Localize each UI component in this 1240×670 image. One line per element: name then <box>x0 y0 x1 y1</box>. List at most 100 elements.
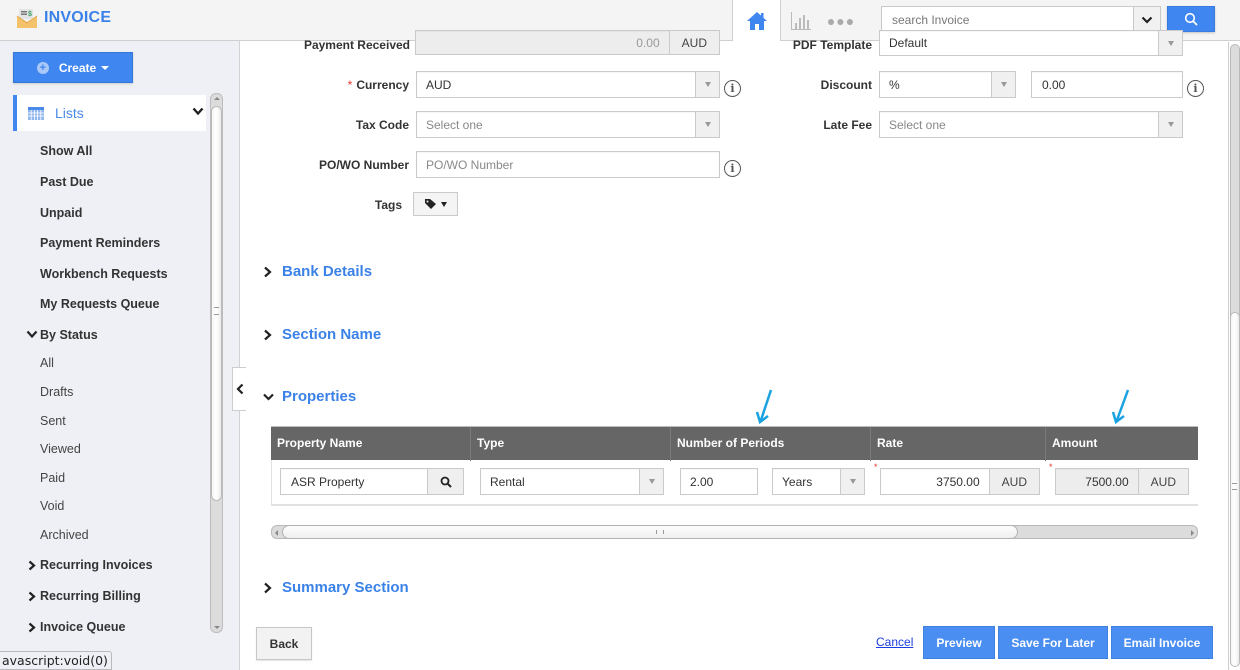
rate-value: 3750.00 <box>936 474 980 489</box>
scroll-up-arrow-icon[interactable] <box>214 97 220 100</box>
sidebar-group-invoice-queue[interactable]: Invoice Queue <box>28 620 126 634</box>
search-dropdown-button[interactable] <box>1133 7 1160 32</box>
status-bar-url: avascript:void(0) <box>0 651 112 670</box>
amount-currency: AUD <box>1137 469 1188 494</box>
dropdown-arrow-icon <box>991 72 1015 97</box>
bar-chart-icon <box>791 11 811 30</box>
chevron-right-icon <box>264 329 272 340</box>
sidebar-item-payment-reminders[interactable]: Payment Reminders <box>40 236 160 250</box>
sidebar-scrollbar[interactable] <box>210 93 223 633</box>
tag-icon <box>425 199 436 209</box>
lists-label: Lists <box>55 105 84 121</box>
sidebar-status-all[interactable]: All <box>40 356 54 370</box>
sidebar: + Create Lists Show All Past Due Unpaid … <box>0 41 240 670</box>
cancel-link[interactable]: Cancel <box>876 635 913 649</box>
periods-input[interactable]: 2.00 <box>680 468 758 495</box>
late-fee-select[interactable]: Select one <box>879 111 1183 138</box>
period-unit-value: Years <box>782 474 813 489</box>
sidebar-item-my-requests-queue[interactable]: My Requests Queue <box>40 297 159 311</box>
main-scroll-thumb[interactable] <box>1230 312 1240 667</box>
po-wo-number-input[interactable]: PO/WO Number <box>416 151 720 178</box>
sidebar-status-archived[interactable]: Archived <box>40 528 89 542</box>
currency-select[interactable]: AUD <box>416 71 720 98</box>
sidebar-group-recurring-invoices[interactable]: Recurring Invoices <box>28 558 153 572</box>
type-select[interactable]: Rental <box>480 468 664 495</box>
tax-code-select[interactable]: Select one <box>416 111 720 138</box>
sidebar-status-paid[interactable]: Paid <box>40 471 65 485</box>
collapse-sidebar-button[interactable] <box>232 367 246 411</box>
search-icon <box>440 476 452 488</box>
discount-type-select[interactable]: % <box>879 71 1016 98</box>
sidebar-status-sent[interactable]: Sent <box>40 414 66 428</box>
back-button[interactable]: Back <box>256 627 312 660</box>
app-brand[interactable]: $ INVOICE <box>16 7 111 29</box>
preview-button[interactable]: Preview <box>923 626 995 659</box>
sidebar-item-show-all[interactable]: Show All <box>40 144 92 158</box>
sidebar-item-past-due[interactable]: Past Due <box>40 175 94 189</box>
section-title: Summary Section <box>282 579 409 596</box>
main-scrollbar[interactable] <box>1228 42 1240 670</box>
more-dots-icon[interactable]: ●●● <box>821 0 861 41</box>
chevron-left-icon <box>235 383 243 395</box>
create-button[interactable]: + Create <box>13 52 133 83</box>
scroll-left-arrow-icon[interactable] <box>275 530 278 536</box>
type-value: Rental <box>490 474 525 489</box>
discount-value: 0.00 <box>1042 77 1066 92</box>
info-icon[interactable]: i <box>724 160 741 177</box>
plus-circle-icon: + <box>36 61 49 74</box>
section-summary[interactable]: Summary Section <box>262 579 409 596</box>
discount-value-input[interactable]: 0.00 <box>1031 71 1183 98</box>
sidebar-group-by-status[interactable]: By Status <box>26 328 98 342</box>
dropdown-arrow-icon <box>695 72 719 97</box>
sidebar-item-unpaid[interactable]: Unpaid <box>40 206 82 220</box>
section-properties[interactable]: Properties <box>262 388 356 405</box>
period-unit-select[interactable]: Years <box>772 468 865 495</box>
scroll-down-arrow-icon[interactable] <box>214 626 220 629</box>
pdf-template-value: Default <box>889 36 928 50</box>
discount-type-value: % <box>889 77 900 92</box>
section-section-name[interactable]: Section Name <box>262 326 381 343</box>
table-horizontal-scrollbar[interactable] <box>271 525 1198 539</box>
info-icon[interactable]: i <box>1187 80 1204 97</box>
lists-header[interactable]: Lists <box>13 95 206 131</box>
payment-received-currency: AUD <box>668 31 719 54</box>
info-icon[interactable]: i <box>724 80 741 97</box>
email-invoice-button[interactable]: Email Invoice <box>1111 626 1213 659</box>
chevron-down-icon <box>192 107 204 116</box>
property-lookup-button[interactable] <box>427 469 463 494</box>
section-bank-details[interactable]: Bank Details <box>262 263 372 280</box>
table-row: ASR Property Rental 2.00 Years * 3750.00… <box>271 460 1198 506</box>
save-for-later-button[interactable]: Save For Later <box>998 626 1108 659</box>
tags-dropdown-button[interactable] <box>413 192 458 216</box>
search-button[interactable] <box>1167 6 1215 32</box>
required-marker: * <box>1049 462 1053 472</box>
tax-code-placeholder: Select one <box>426 117 483 132</box>
column-header-property-name: Property Name <box>271 427 471 461</box>
amount-field: 7500.00 AUD <box>1055 468 1189 495</box>
property-name-lookup[interactable]: ASR Property <box>280 468 464 495</box>
table-scroll-thumb[interactable] <box>282 525 1018 539</box>
sidebar-status-viewed[interactable]: Viewed <box>40 442 81 456</box>
rate-input[interactable]: 3750.00 AUD <box>880 468 1040 495</box>
payment-received-field: 0.00 AUD <box>415 30 720 55</box>
sidebar-group-recurring-billing[interactable]: Recurring Billing <box>28 589 141 603</box>
tags-label: Tags <box>374 198 402 212</box>
recurring-invoices-label: Recurring Invoices <box>40 558 153 572</box>
search-input[interactable] <box>882 7 1133 32</box>
sidebar-status-drafts[interactable]: Drafts <box>40 385 73 399</box>
dropdown-arrow-icon <box>1158 112 1182 137</box>
dropdown-arrow-icon <box>695 112 719 137</box>
property-name-value: ASR Property <box>291 474 365 489</box>
sidebar-status-void[interactable]: Void <box>40 499 64 513</box>
payment-received-value: 0.00 <box>636 35 660 50</box>
sidebar-item-workbench-requests[interactable]: Workbench Requests <box>40 267 168 281</box>
invoice-queue-label: Invoice Queue <box>40 620 126 634</box>
pdf-template-select[interactable]: Default <box>879 30 1183 56</box>
reports-tab[interactable] <box>781 0 821 41</box>
sidebar-scroll-thumb[interactable] <box>211 106 222 501</box>
home-tab[interactable] <box>732 0 781 41</box>
po-wo-number-label: PO/WO Number <box>318 158 409 172</box>
scroll-right-arrow-icon[interactable] <box>1191 530 1194 536</box>
late-fee-placeholder: Select one <box>889 117 946 132</box>
search-icon <box>1184 12 1198 26</box>
